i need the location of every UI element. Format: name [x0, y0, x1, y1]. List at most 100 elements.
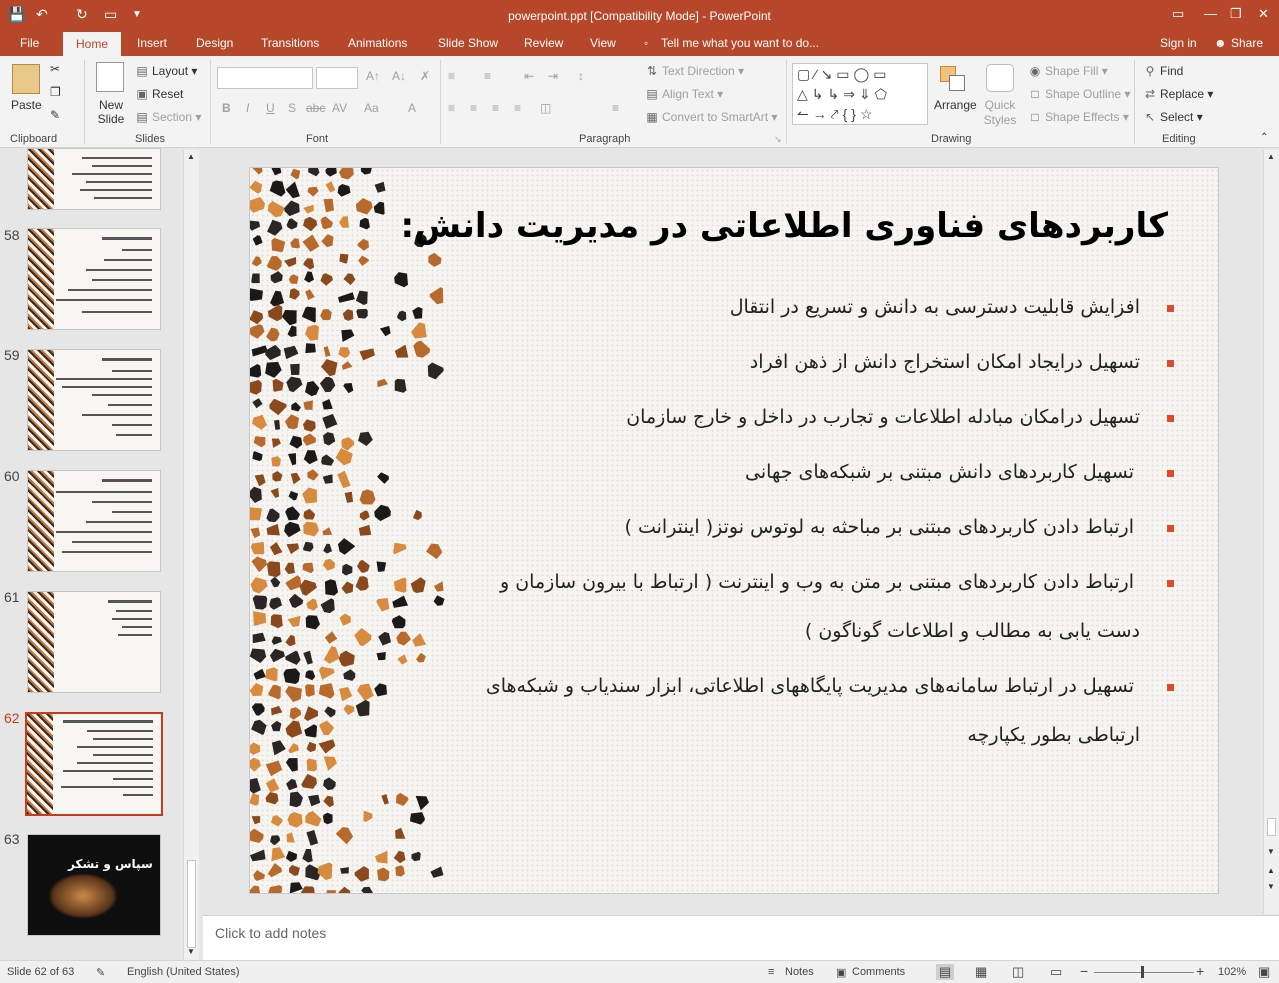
slide-sorter-icon[interactable]: ▦ [975, 964, 987, 980]
tab-design[interactable]: Design [196, 36, 233, 50]
find-button[interactable]: ⚲ Find [1143, 64, 1184, 78]
slideshow-view-icon[interactable]: ▭ [1050, 964, 1062, 980]
sign-in-link[interactable]: Sign in [1160, 36, 1197, 50]
language-indicator[interactable]: English (United States) [127, 966, 240, 978]
slide-canvas[interactable]: کاربردهای فناوری اطلاعاتی در مدیریت دانش… [249, 167, 1219, 894]
font-name-box[interactable] [217, 67, 313, 89]
justify-icon[interactable]: ≡ [514, 101, 521, 115]
reset-button[interactable]: ▣ Reset [135, 87, 183, 101]
font-size-box[interactable] [316, 67, 358, 89]
comments-button[interactable]: Comments [852, 966, 905, 978]
tab-file[interactable]: File [20, 36, 39, 50]
copy-icon[interactable]: ❐ [50, 85, 61, 99]
thumbnail-scrollbar[interactable]: ▲ ▼ [183, 150, 199, 960]
paste-button[interactable]: Paste [11, 98, 42, 112]
character-spacing-icon[interactable]: AV [332, 101, 347, 115]
align-right-icon[interactable]: ≡ [492, 101, 499, 115]
scroll-up-icon[interactable]: ▲ [187, 152, 195, 161]
tab-view[interactable]: View [590, 36, 616, 50]
increase-indent-icon[interactable]: ⇥ [548, 69, 558, 83]
line-spacing-icon[interactable]: ↕ [578, 69, 584, 83]
italic-icon[interactable]: I [246, 101, 249, 115]
paragraph-launcher-icon[interactable]: ↘ [774, 134, 782, 145]
shape-outline-button[interactable]: □ Shape Outline ▾ [1028, 87, 1130, 101]
shapes-gallery[interactable]: ▢⁄↘▭◯▭ △↳↳⇒⇓⬠ ↼→⤤{}☆ [792, 63, 928, 125]
text-direction-button[interactable]: ⇅ Text Direction ▾ [645, 64, 744, 78]
minimize-icon[interactable]: — [1204, 6, 1217, 21]
tab-home[interactable]: Home [63, 32, 121, 56]
zoom-slider[interactable] [1094, 972, 1194, 973]
close-icon[interactable]: ✕ [1258, 6, 1269, 22]
normal-view-icon[interactable]: ▤ [936, 964, 955, 980]
slide-thumbnail-63[interactable]: سپاس و تشکر [27, 834, 161, 936]
reading-view-icon[interactable]: ◫ [1012, 964, 1024, 980]
tab-transitions[interactable]: Transitions [261, 36, 319, 50]
strikethrough-icon[interactable]: abc [306, 101, 325, 115]
align-left-icon[interactable]: ≡ [448, 101, 455, 115]
tab-slide-show[interactable]: Slide Show [438, 36, 498, 50]
bullet-text[interactable]: تسهیل در ارتباط سامانه‌های مدیریت پایگاه… [486, 675, 1134, 697]
spellcheck-icon[interactable]: ✎ [96, 966, 105, 979]
format-painter-icon[interactable]: ✎ [50, 108, 60, 122]
slide-title[interactable]: کاربردهای فناوری اطلاعاتی در مدیریت دانش… [400, 206, 1168, 246]
underline-icon[interactable]: U [266, 101, 275, 115]
rtl-icon[interactable]: ≡ [612, 101, 619, 115]
change-case-icon[interactable]: Aa [364, 101, 379, 115]
bold-icon[interactable]: B [222, 101, 231, 115]
tab-animations[interactable]: Animations [348, 36, 407, 50]
notes-placeholder[interactable]: Click to add notes [215, 925, 326, 941]
bullet-text[interactable]: ارتباط دادن کاربردهای مبتنی بر مباحثه به… [625, 516, 1134, 538]
arrange-button[interactable]: Arrange [934, 98, 977, 112]
new-slide-button[interactable]: New Slide [93, 98, 129, 126]
slide-thumbnail-62-selected[interactable] [25, 712, 163, 816]
scroll-thumb[interactable] [1267, 818, 1276, 836]
font-color-icon[interactable]: A [408, 101, 416, 115]
scroll-down-icon[interactable]: ▼ [187, 947, 195, 956]
zoom-in-icon[interactable]: + [1196, 963, 1204, 979]
align-text-button[interactable]: ▤ Align Text ▾ [645, 87, 723, 101]
cut-icon[interactable]: ✂ [50, 62, 60, 76]
scroll-up-icon[interactable]: ▲ [1267, 152, 1275, 161]
previous-slide-icon[interactable]: ▲ [1267, 866, 1275, 875]
numbering-icon[interactable]: ≡ [484, 69, 491, 83]
bullet-text[interactable]: افزایش قابلیت دسترسی به دانش و تسریع در … [730, 296, 1140, 318]
section-button[interactable]: ▤ Section ▾ [135, 110, 201, 124]
zoom-level[interactable]: 102% [1218, 966, 1246, 978]
tab-insert[interactable]: Insert [137, 36, 167, 50]
bullet-text[interactable]: ارتباط دادن کاربردهای مبتنی بر متن به وب… [500, 571, 1134, 593]
quick-styles-button[interactable]: Quick Styles [980, 98, 1020, 128]
bullet-text[interactable]: تسهیل درامکان مبادله اطلاعات و تجارب در … [626, 406, 1140, 428]
clear-formatting-icon[interactable]: ✗ [420, 69, 430, 83]
slide-thumbnail-partial[interactable] [27, 148, 161, 210]
shape-effects-button[interactable]: □ Shape Effects ▾ [1028, 110, 1128, 124]
scroll-down-icon[interactable]: ▼ [1267, 847, 1275, 856]
collapse-ribbon-icon[interactable]: ⌃ [1260, 132, 1268, 143]
ribbon-display-options-icon[interactable]: ▭ [1172, 6, 1184, 22]
slide-thumbnail-58[interactable] [27, 228, 161, 330]
zoom-slider-thumb[interactable] [1141, 966, 1144, 978]
notes-button[interactable]: Notes [785, 966, 814, 978]
decrease-font-icon[interactable]: A↓ [392, 69, 406, 83]
zoom-out-icon[interactable]: − [1080, 963, 1088, 979]
bullets-icon[interactable]: ≡ [448, 69, 455, 83]
slide-thumbnail-61[interactable] [27, 591, 161, 693]
slide-thumbnail-59[interactable] [27, 349, 161, 451]
decrease-indent-icon[interactable]: ⇤ [524, 69, 534, 83]
maximize-icon[interactable]: ❐ [1230, 6, 1242, 22]
notes-pane[interactable]: Click to add notes [203, 915, 1279, 960]
increase-font-icon[interactable]: A↑ [366, 69, 380, 83]
bullet-text[interactable]: تسهیل درایجاد امکان استخراج دانش از ذهن … [750, 351, 1140, 373]
bullet-text-continued[interactable]: ارتباطی بطور یکپارچه [967, 724, 1140, 746]
shadow-icon[interactable]: S [288, 101, 296, 115]
slide-thumbnail-60[interactable] [27, 470, 161, 572]
select-button[interactable]: ↖ Select ▾ [1143, 110, 1203, 124]
scroll-thumb[interactable] [187, 860, 196, 948]
shape-fill-button[interactable]: ◉ Shape Fill ▾ [1028, 64, 1108, 78]
tab-review[interactable]: Review [524, 36, 563, 50]
bullet-text-continued[interactable]: دست یابی به مطالب و اطلاعات گوناگون ) [805, 620, 1140, 642]
convert-smartart-button[interactable]: ▦ Convert to SmartArt ▾ [645, 110, 777, 124]
replace-button[interactable]: ⇄ Replace ▾ [1143, 87, 1213, 101]
fit-to-window-icon[interactable]: ▣ [1258, 964, 1270, 980]
align-center-icon[interactable]: ≡ [470, 101, 477, 115]
layout-button[interactable]: ▤ Layout ▾ [135, 64, 197, 78]
